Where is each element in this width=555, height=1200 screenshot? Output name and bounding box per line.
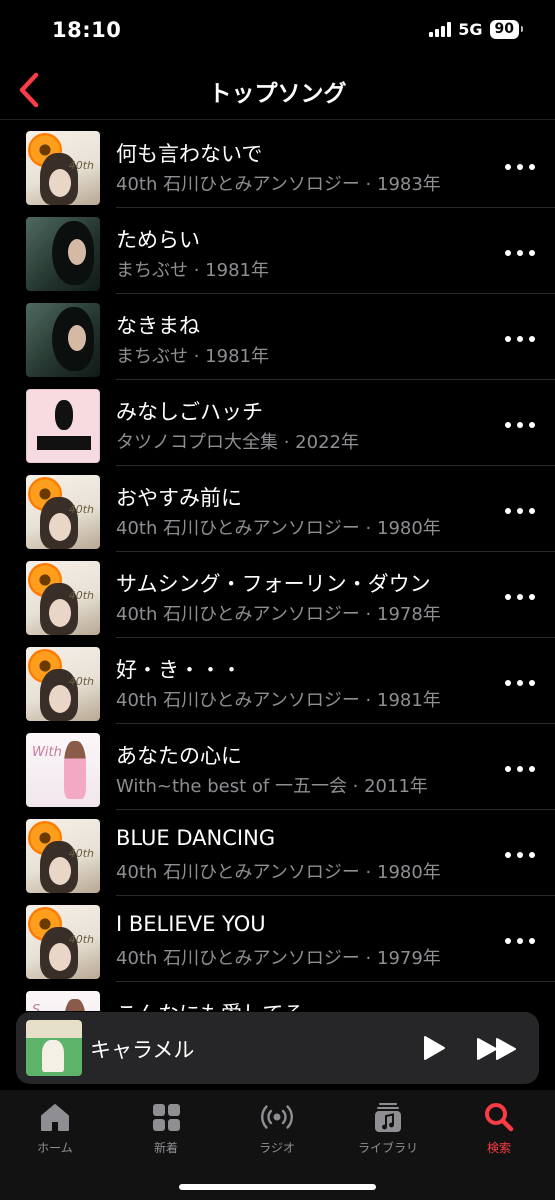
navigation-bar: トップソング [0,60,555,120]
status-time: 18:10 [52,18,122,42]
album-art: With [26,733,100,807]
song-subtitle: まちぶせ · 1981年 [116,346,269,367]
tab-label: 新着 [153,1141,178,1155]
status-bar: 18:10 5G 90 [0,0,555,60]
song-row[interactable]: With あなたの心に With~the best of 一五一会 · 2011… [0,723,555,810]
fast-forward-icon [477,1038,516,1060]
song-row[interactable]: ためらい まちぶせ · 1981年 [0,207,555,294]
album-art [26,303,100,377]
song-title: あなたの心に [116,744,242,768]
song-title: 好・き・・・ [116,658,242,682]
song-title: おやすみ前に [116,486,242,510]
tab-new[interactable]: 新着 [116,1100,216,1160]
song-title: こんなにも愛してる [116,998,304,1011]
network-label: 5G [458,20,483,39]
battery-icon: 90 [489,20,524,39]
album-art [26,217,100,291]
song-subtitle: 40th 石川ひとみアンソロジー · 1979年 [116,948,441,969]
home-icon [41,1104,69,1131]
status-indicators: 5G 90 [429,20,524,39]
more-options-icon[interactable] [505,157,535,177]
song-subtitle: 40th 石川ひとみアンソロジー · 1978年 [116,604,441,625]
tab-label: ホーム [37,1141,73,1155]
album-art [26,389,100,463]
song-title: サムシング・フォーリン・ダウン [116,572,431,596]
page-title: トップソング [208,81,347,107]
more-options-icon[interactable] [505,329,535,349]
song-subtitle: 40th 石川ひとみアンソロジー · 1980年 [116,518,441,539]
more-options-icon[interactable] [505,931,535,951]
song-row[interactable]: 40th サムシング・フォーリン・ダウン 40th 石川ひとみアンソロジー · … [0,551,555,638]
song-title: なきまね [116,314,200,338]
more-options-icon[interactable] [505,673,535,693]
song-subtitle: 40th 石川ひとみアンソロジー · 1983年 [116,174,441,195]
play-button[interactable] [420,1034,448,1062]
song-subtitle: With~the best of 一五一会 · 2011年 [116,776,428,797]
radio-icon [261,1105,293,1129]
mini-player[interactable]: キャラメル [16,1012,539,1084]
song-row[interactable]: 40th 何も言わないで 40th 石川ひとみアンソロジー · 1983年 [0,121,555,208]
search-icon [485,1103,514,1132]
now-playing-art [26,1020,82,1076]
song-row[interactable]: 40th BLUE DANCING 40th 石川ひとみアンソロジー · 198… [0,809,555,896]
tab-home[interactable]: ホーム [5,1100,105,1160]
signal-icon [429,22,452,37]
song-row[interactable]: S こんなにも愛してる [0,981,555,1011]
song-list[interactable]: 40th 何も言わないで 40th 石川ひとみアンソロジー · 1983年 ため… [0,121,555,1011]
song-row[interactable]: 40th I BELIEVE YOU 40th 石川ひとみアンソロジー · 19… [0,895,555,982]
more-options-icon[interactable] [505,759,535,779]
play-icon [424,1036,445,1060]
tab-label: ライブラリ [357,1141,418,1155]
album-art: 40th [26,131,100,205]
tab-label: 検索 [486,1141,511,1155]
album-art: 40th [26,475,100,549]
more-options-icon[interactable] [505,501,535,521]
library-icon [375,1103,401,1132]
more-options-icon[interactable] [505,845,535,865]
album-art: 40th [26,905,100,979]
song-row[interactable]: なきまね まちぶせ · 1981年 [0,293,555,380]
song-title: みなしごハッチ [116,400,263,424]
song-title: 何も言わないで [116,142,263,166]
song-row[interactable]: 40th おやすみ前に 40th 石川ひとみアンソロジー · 1980年 [0,465,555,552]
album-art: S [26,991,100,1011]
tab-search[interactable]: 検索 [449,1100,549,1160]
song-subtitle: 40th 石川ひとみアンソロジー · 1981年 [116,690,441,711]
more-options-icon[interactable] [505,587,535,607]
song-subtitle: 40th 石川ひとみアンソロジー · 1980年 [116,862,441,883]
album-art: 40th [26,647,100,721]
more-options-icon[interactable] [505,415,535,435]
tab-radio[interactable]: ラジオ [227,1100,327,1160]
song-title: BLUE DANCING [116,826,276,850]
song-subtitle: まちぶせ · 1981年 [116,260,269,281]
song-subtitle: タツノコプロ大全集 · 2022年 [116,432,359,453]
album-art: 40th [26,561,100,635]
song-title: I BELIEVE YOU [116,912,266,936]
home-indicator [179,1184,376,1190]
song-row[interactable]: 40th 好・き・・・ 40th 石川ひとみアンソロジー · 1981年 [0,637,555,724]
tab-library[interactable]: ライブラリ [338,1100,438,1160]
more-options-icon[interactable] [505,243,535,263]
fast-forward-button[interactable] [474,1036,520,1062]
song-title: ためらい [116,228,200,252]
now-playing-title: キャラメル [90,1038,195,1062]
tab-label: ラジオ [259,1141,295,1155]
grid-icon [153,1104,180,1131]
song-row[interactable]: みなしごハッチ タツノコプロ大全集 · 2022年 [0,379,555,466]
album-art: 40th [26,819,100,893]
